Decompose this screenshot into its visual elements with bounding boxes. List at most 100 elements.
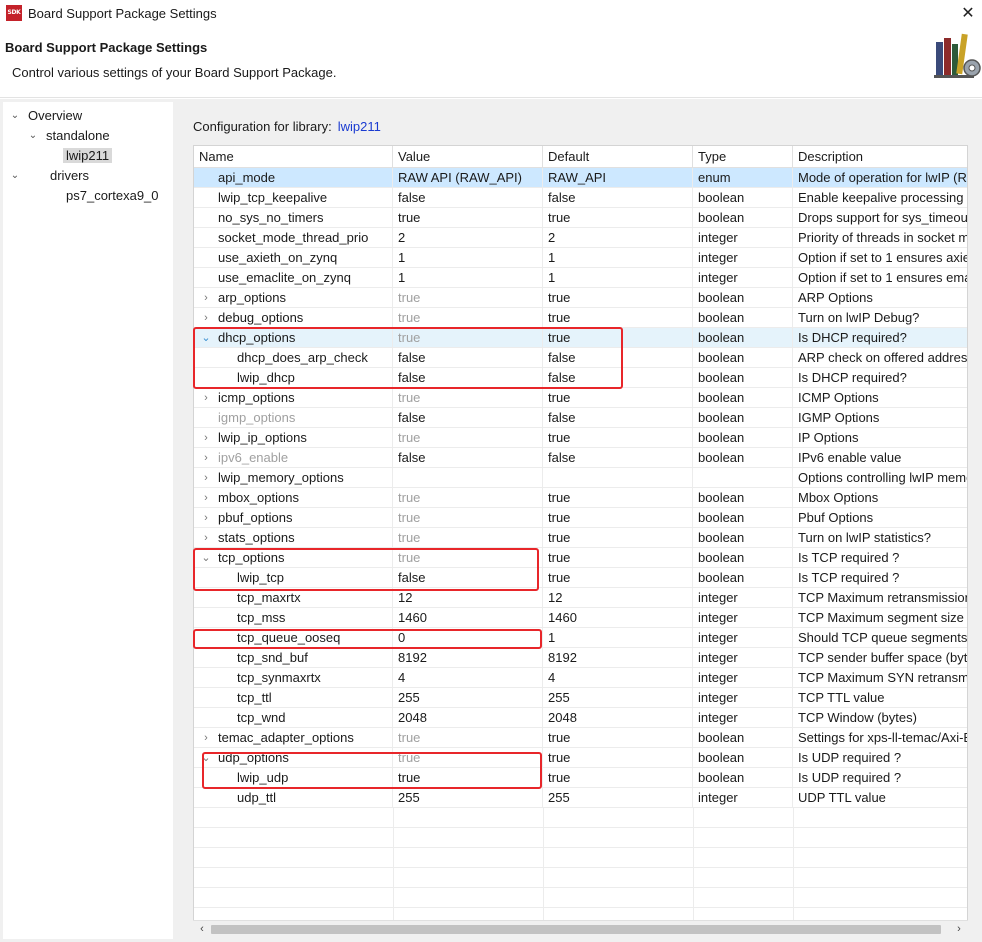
table-row[interactable]: ⌄ tcp_options true true boolean Is TCP requir…	[194, 548, 967, 568]
cell-description: ARP Options	[798, 290, 873, 305]
table-row[interactable]: › arp_options true true boolean ARP Options	[194, 288, 967, 308]
scroll-left-icon[interactable]: ‹	[195, 921, 209, 938]
column-header-description[interactable]: Description	[793, 146, 967, 168]
chevron-down-icon[interactable]: ⌄	[27, 126, 39, 146]
table-row[interactable]: tcp_mss 1460 1460 integer TCP Maximum segmen…	[194, 608, 967, 628]
horizontal-scrollbar[interactable]: ‹ ›	[193, 920, 968, 937]
table-row[interactable]: › icmp_options true true boolean ICMP Options	[194, 388, 967, 408]
cell-name: use_axieth_on_zynq	[194, 248, 393, 268]
cell-value[interactable]: false	[393, 188, 543, 208]
cell-value[interactable]: true	[393, 728, 543, 748]
cell-value[interactable]: false	[393, 368, 543, 388]
chevron-right-icon[interactable]: ›	[200, 288, 212, 308]
chevron-right-icon[interactable]: ›	[200, 448, 212, 468]
library-link[interactable]: lwip211	[338, 119, 381, 134]
table-row[interactable]: ⌄ udp_options true true boolean Is UDP requir…	[194, 748, 967, 768]
column-header-default[interactable]: Default	[543, 146, 693, 168]
setting-name: tcp_snd_buf	[237, 650, 308, 665]
table-row[interactable]: use_axieth_on_zynq 1 1 integer Option if set…	[194, 248, 967, 268]
cell-value[interactable]: true	[393, 328, 543, 348]
chevron-down-icon[interactable]: ⌄	[9, 166, 21, 186]
tree-item-cpu[interactable]: ps7_cortexa9_0	[66, 186, 159, 206]
table-row[interactable]: › lwip_ip_options true true boolean IP Option…	[194, 428, 967, 448]
cell-value[interactable]: true	[393, 288, 543, 308]
chevron-down-icon[interactable]: ⌄	[200, 548, 212, 568]
table-row[interactable]: › pbuf_options true true boolean Pbuf Options	[194, 508, 967, 528]
table-row[interactable]: dhcp_does_arp_check false false boolean ARP …	[194, 348, 967, 368]
tree-item-lwip[interactable]: lwip211	[63, 146, 113, 166]
cell-value[interactable]: 1	[393, 248, 543, 268]
table-row[interactable]: › mbox_options true true boolean Mbox Options	[194, 488, 967, 508]
table-row[interactable]: tcp_maxrtx 12 12 integer TCP Maximum retrans…	[194, 588, 967, 608]
cell-value[interactable]: true	[393, 548, 543, 568]
cell-type: boolean	[693, 288, 793, 308]
table-row[interactable]: tcp_synmaxrtx 4 4 integer TCP Maximum SYN re…	[194, 668, 967, 688]
table-row[interactable]: udp_ttl 255 255 integer UDP TTL value	[194, 788, 967, 808]
cell-value[interactable]: true	[393, 308, 543, 328]
cell-value[interactable]: 255	[393, 788, 543, 808]
chevron-right-icon[interactable]: ›	[200, 528, 212, 548]
table-row[interactable]: ⌄ dhcp_options true true boolean Is DHCP requ…	[194, 328, 967, 348]
cell-value[interactable]: 255	[393, 688, 543, 708]
cell-value[interactable]: false	[393, 568, 543, 588]
cell-value[interactable]: 1460	[393, 608, 543, 628]
column-header-value[interactable]: Value	[393, 146, 543, 168]
table-row[interactable]: socket_mode_thread_prio 2 2 integer Priority…	[194, 228, 967, 248]
chevron-right-icon[interactable]: ›	[200, 388, 212, 408]
table-row[interactable]: lwip_tcp_keepalive false false boolean Enabl…	[194, 188, 967, 208]
table-row[interactable]: › ipv6_enable false false boolean IPv6 enable…	[194, 448, 967, 468]
table-row[interactable]: tcp_queue_ooseq 0 1 integer Should TCP queue…	[194, 628, 967, 648]
table-row[interactable]: lwip_udp true true boolean Is UDP required ?	[194, 768, 967, 788]
table-row[interactable]: › temac_adapter_options true true boolean Set…	[194, 728, 967, 748]
column-header-name[interactable]: Name	[194, 146, 393, 168]
scroll-right-icon[interactable]: ›	[952, 921, 966, 938]
cell-value[interactable]: false	[393, 408, 543, 428]
cell-value[interactable]: true	[393, 508, 543, 528]
cell-value[interactable]: false	[393, 448, 543, 468]
table-row[interactable]: api_mode RAW API (RAW_API) RAW_API enum Mode…	[194, 168, 967, 188]
chevron-down-icon[interactable]: ⌄	[200, 328, 212, 348]
table-row[interactable]: lwip_tcp false true boolean Is TCP required …	[194, 568, 967, 588]
cell-type: boolean	[693, 208, 793, 228]
table-row[interactable]: tcp_wnd 2048 2048 integer TCP Window (bytes)	[194, 708, 967, 728]
cell-value[interactable]	[393, 468, 543, 488]
cell-value[interactable]: true	[393, 528, 543, 548]
cell-value[interactable]: true	[393, 488, 543, 508]
cell-value[interactable]: true	[393, 388, 543, 408]
cell-value[interactable]: 0	[393, 628, 543, 648]
table-row[interactable]: tcp_snd_buf 8192 8192 integer TCP sender buf…	[194, 648, 967, 668]
cell-type: boolean	[693, 428, 793, 448]
cell-value[interactable]: true	[393, 768, 543, 788]
cell-value[interactable]: false	[393, 348, 543, 368]
cell-value[interactable]: 4	[393, 668, 543, 688]
cell-default: 2	[543, 228, 693, 248]
cell-value[interactable]: true	[393, 428, 543, 448]
cell-value[interactable]: 12	[393, 588, 543, 608]
column-header-type[interactable]: Type	[693, 146, 793, 168]
table-row[interactable]: no_sys_no_timers true true boolean Drops sup…	[194, 208, 967, 228]
chevron-down-icon[interactable]: ⌄	[200, 748, 212, 768]
chevron-right-icon[interactable]: ›	[200, 308, 212, 328]
cell-value[interactable]: 2048	[393, 708, 543, 728]
cell-value[interactable]: 1	[393, 268, 543, 288]
close-icon[interactable]: ✕	[958, 4, 978, 24]
cell-value[interactable]: 2	[393, 228, 543, 248]
chevron-right-icon[interactable]: ›	[200, 508, 212, 528]
cell-value[interactable]: 8192	[393, 648, 543, 668]
scroll-thumb[interactable]	[211, 925, 941, 934]
cell-value[interactable]: true	[393, 208, 543, 228]
cell-value[interactable]: RAW API (RAW_API)	[393, 168, 543, 188]
chevron-right-icon[interactable]: ›	[200, 428, 212, 448]
cell-value[interactable]: true	[393, 748, 543, 768]
table-row[interactable]: igmp_options false false boolean IGMP Option…	[194, 408, 967, 428]
table-row[interactable]: use_emaclite_on_zynq 1 1 integer Option if s…	[194, 268, 967, 288]
table-row[interactable]: › stats_options true true boolean Turn on lwI…	[194, 528, 967, 548]
chevron-right-icon[interactable]: ›	[200, 488, 212, 508]
chevron-right-icon[interactable]: ›	[200, 728, 212, 748]
chevron-right-icon[interactable]: ›	[200, 468, 212, 488]
table-row[interactable]: lwip_dhcp false false boolean Is DHCP requir…	[194, 368, 967, 388]
table-row[interactable]: tcp_ttl 255 255 integer TCP TTL value	[194, 688, 967, 708]
table-row[interactable]: › lwip_memory_options Options controlling …	[194, 468, 967, 488]
table-row[interactable]: › debug_options true true boolean Turn on lwI…	[194, 308, 967, 328]
chevron-down-icon[interactable]: ⌄	[9, 106, 21, 126]
